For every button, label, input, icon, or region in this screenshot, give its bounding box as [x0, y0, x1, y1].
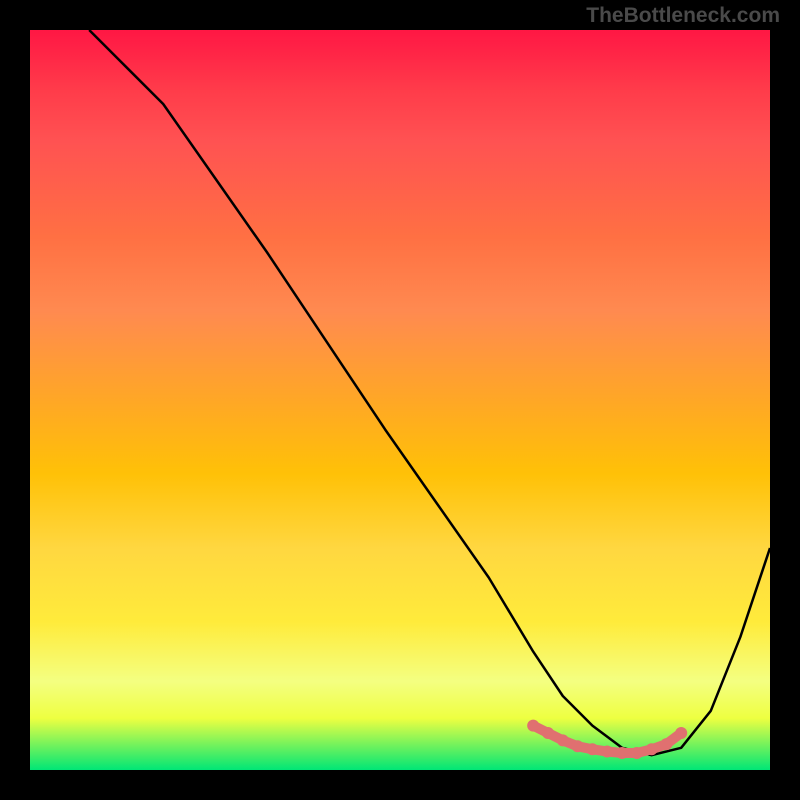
optimal-region-marker — [675, 727, 687, 739]
optimal-region-marker — [601, 746, 613, 758]
bottleneck-curve-line — [89, 30, 770, 755]
optimal-region-marker — [616, 747, 628, 759]
chart-svg — [30, 30, 770, 770]
optimal-region-marker — [646, 743, 658, 755]
chart-plot-area — [30, 30, 770, 770]
optimal-region-marker — [527, 720, 539, 732]
optimal-region-marker — [586, 743, 598, 755]
optimal-region-marker — [557, 734, 569, 746]
optimal-region-marker — [572, 740, 584, 752]
optimal-region-marker — [631, 747, 643, 759]
optimal-region-marker — [660, 738, 672, 750]
optimal-region-marker — [542, 727, 554, 739]
watermark-text: TheBottleneck.com — [586, 4, 780, 28]
